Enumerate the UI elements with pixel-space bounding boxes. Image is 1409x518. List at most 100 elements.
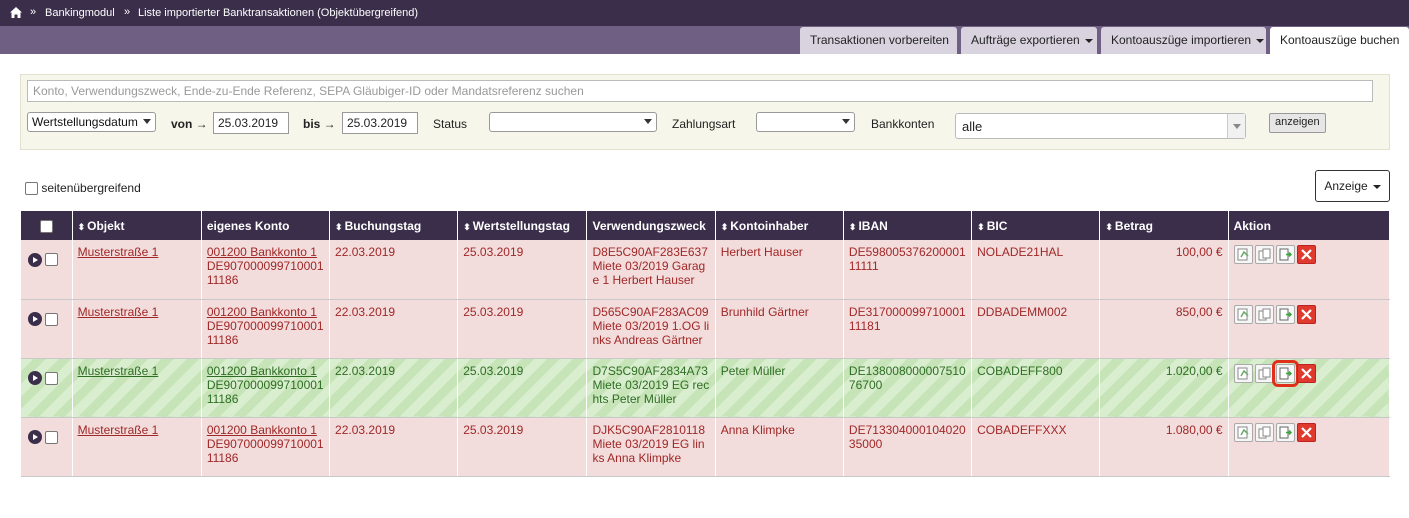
assign-document-icon[interactable]: [1275, 422, 1295, 442]
konto-link[interactable]: 001200 Bankkonto 1: [207, 364, 317, 378]
delete-icon[interactable]: [1296, 304, 1316, 324]
column-header-kontoinhaber[interactable]: ⬍ Kontoinhaber: [715, 211, 844, 240]
konto-link[interactable]: 001200 Bankkonto 1: [207, 423, 317, 437]
anzeige-label: Anzeige: [1324, 179, 1368, 193]
sort-icon: ⬍: [77, 221, 86, 232]
bic-cell: NOLADE21HAL: [971, 240, 1101, 300]
zahlungsart-label: Zahlungsart: [672, 117, 736, 131]
column-header-aktion: Aktion: [1228, 211, 1391, 240]
kontoinhaber-cell: Anna Klimpke: [715, 417, 844, 477]
row-select-cell: [21, 299, 73, 359]
betrag-cell: 1.020,00 €: [1099, 358, 1229, 418]
tab-kontoauszuege-buchen[interactable]: Kontoauszüge buchen: [1270, 27, 1409, 54]
konto-link[interactable]: 001200 Bankkonto 1: [207, 305, 317, 319]
row-checkbox[interactable]: [45, 371, 58, 385]
column-header-bic[interactable]: ⬍ BIC: [971, 211, 1101, 240]
konto-iban: DE90700009971000111186: [206, 259, 324, 287]
expand-row-icon[interactable]: [28, 371, 42, 386]
bic-cell: COBADEFF800: [971, 358, 1101, 418]
split-icon[interactable]: [1254, 245, 1274, 264]
split-icon[interactable]: [1254, 363, 1274, 383]
sort-icon: ⬍: [463, 221, 471, 232]
assign-document-icon[interactable]: [1271, 359, 1299, 387]
delete-icon[interactable]: [1296, 363, 1316, 383]
assign-document-icon[interactable]: [1275, 245, 1295, 264]
row-checkbox[interactable]: [45, 253, 58, 267]
konto-iban: DE90700009971000111186: [206, 318, 324, 347]
wertstellungstag-cell: 25.03.2019: [457, 417, 588, 477]
split-icon[interactable]: [1254, 422, 1274, 442]
iban-cell: DE59800537620000111111: [843, 240, 973, 300]
expand-row-icon[interactable]: [28, 312, 42, 327]
buchungstag-cell: 22.03.2019: [329, 417, 459, 477]
konto-link[interactable]: 001200 Bankkonto 1: [207, 245, 317, 259]
split-icon[interactable]: [1254, 304, 1274, 324]
column-label: BIC: [986, 218, 1008, 233]
column-header-iban[interactable]: ⬍ IBAN: [843, 211, 973, 240]
objekt-link[interactable]: Musterstraße 1: [78, 305, 159, 319]
kontoinhaber-cell: Herbert Hauser: [715, 240, 844, 300]
table-row: Musterstraße 1 001200 Bankkonto 1 DE907000…: [21, 358, 1391, 418]
column-header-betrag[interactable]: ⬍ Betrag: [1099, 211, 1229, 240]
verwendungszweck-cell: D565C90AF283AC09 Miete 03/2019 1.OG link…: [586, 299, 716, 359]
book-icon[interactable]: [1233, 245, 1253, 264]
breadcrumb: » Bankingmodul » Liste importierter Bank…: [0, 0, 1409, 26]
search-input[interactable]: [27, 80, 1373, 102]
tab-transaktionen-vorbereiten[interactable]: Transaktionen vorbereiten: [800, 27, 957, 54]
breadcrumb-item-bankingmodul[interactable]: Bankingmodul: [45, 7, 115, 19]
book-icon[interactable]: [1233, 304, 1253, 324]
tab-kontoauszuege-importieren[interactable]: Kontoauszüge importieren: [1101, 27, 1266, 54]
column-header-buchungstag[interactable]: ⬍ Buchungstag: [329, 211, 459, 240]
status-select[interactable]: [489, 112, 657, 132]
select-all-cell: [21, 211, 73, 240]
book-icon[interactable]: [1233, 363, 1253, 383]
row-checkbox[interactable]: [45, 430, 58, 444]
wertstellungstag-cell: 25.03.2019: [457, 299, 588, 359]
betrag-cell: 100,00 €: [1099, 240, 1229, 300]
column-header-wertstellungstag[interactable]: ⬍ Wertstellungstag: [457, 211, 588, 240]
bis-date-input[interactable]: 25.03.2019: [342, 112, 418, 134]
betrag-cell: 850,00 €: [1099, 299, 1229, 359]
tab-auftraege-exportieren[interactable]: Aufträge exportieren: [961, 27, 1097, 54]
date-type-select[interactable]: Wertstellungsdatum: [27, 112, 156, 132]
aktion-cell: [1228, 240, 1391, 300]
objekt-link[interactable]: Musterstraße 1: [78, 364, 159, 378]
expand-row-icon[interactable]: [28, 252, 42, 267]
von-date-input[interactable]: 25.03.2019: [213, 112, 289, 134]
row-checkbox[interactable]: [45, 312, 58, 326]
home-icon[interactable]: [9, 6, 23, 19]
delete-icon[interactable]: [1296, 422, 1316, 442]
verwendungszweck-cell: D7S5C90AF2834A73 Miete 03/2019 EG rechts…: [586, 358, 716, 418]
assign-document-icon[interactable]: [1275, 304, 1295, 324]
select-all-checkbox[interactable]: [39, 219, 53, 233]
bis-label: bis →: [303, 117, 336, 131]
anzeigen-button[interactable]: anzeigen: [1269, 113, 1326, 133]
kontoinhaber-cell: Peter Müller: [715, 358, 844, 418]
objekt-cell: Musterstraße 1: [72, 299, 202, 359]
filter-panel: Wertstellungsdatum von → 25.03.2019 bis …: [20, 74, 1390, 150]
buchungstag-cell: 22.03.2019: [329, 299, 459, 359]
sort-icon: ⬍: [977, 221, 985, 232]
cross-page-checkbox[interactable]: [25, 182, 38, 196]
bankkonten-select[interactable]: alle: [955, 113, 1246, 139]
tab-label: Kontoauszüge buchen: [1280, 33, 1400, 47]
anzeige-dropdown-button[interactable]: Anzeige: [1315, 170, 1390, 202]
objekt-link[interactable]: Musterstraße 1: [78, 245, 159, 259]
expand-row-icon[interactable]: [28, 430, 42, 445]
bic-cell: DDBADEMM002: [971, 299, 1101, 359]
buchungstag-cell: 22.03.2019: [329, 358, 459, 418]
sort-icon: ⬍: [335, 221, 343, 232]
chevron-down-icon: [842, 119, 850, 124]
verwendungszweck-cell: D8E5C90AF283E637 Miete 03/2019 Garage 1 …: [586, 240, 716, 300]
table-row: Musterstraße 1 001200 Bankkonto 1 DE907000…: [21, 299, 1391, 359]
konto-cell: 001200 Bankkonto 1 DE90700009971000111186: [201, 417, 331, 477]
row-select-cell: [21, 358, 73, 418]
objekt-link[interactable]: Musterstraße 1: [78, 423, 159, 437]
column-header-objekt[interactable]: ⬍ Objekt: [72, 211, 202, 240]
zahlungsart-select[interactable]: [756, 112, 855, 132]
delete-icon[interactable]: [1296, 245, 1316, 264]
column-label: IBAN: [858, 218, 888, 233]
table-header-row: ⬍ Objekt eigenes Konto ⬍ Buchungstag ⬍ Wert…: [21, 211, 1391, 240]
book-icon[interactable]: [1233, 422, 1253, 442]
caret-down-icon: [1372, 184, 1381, 189]
